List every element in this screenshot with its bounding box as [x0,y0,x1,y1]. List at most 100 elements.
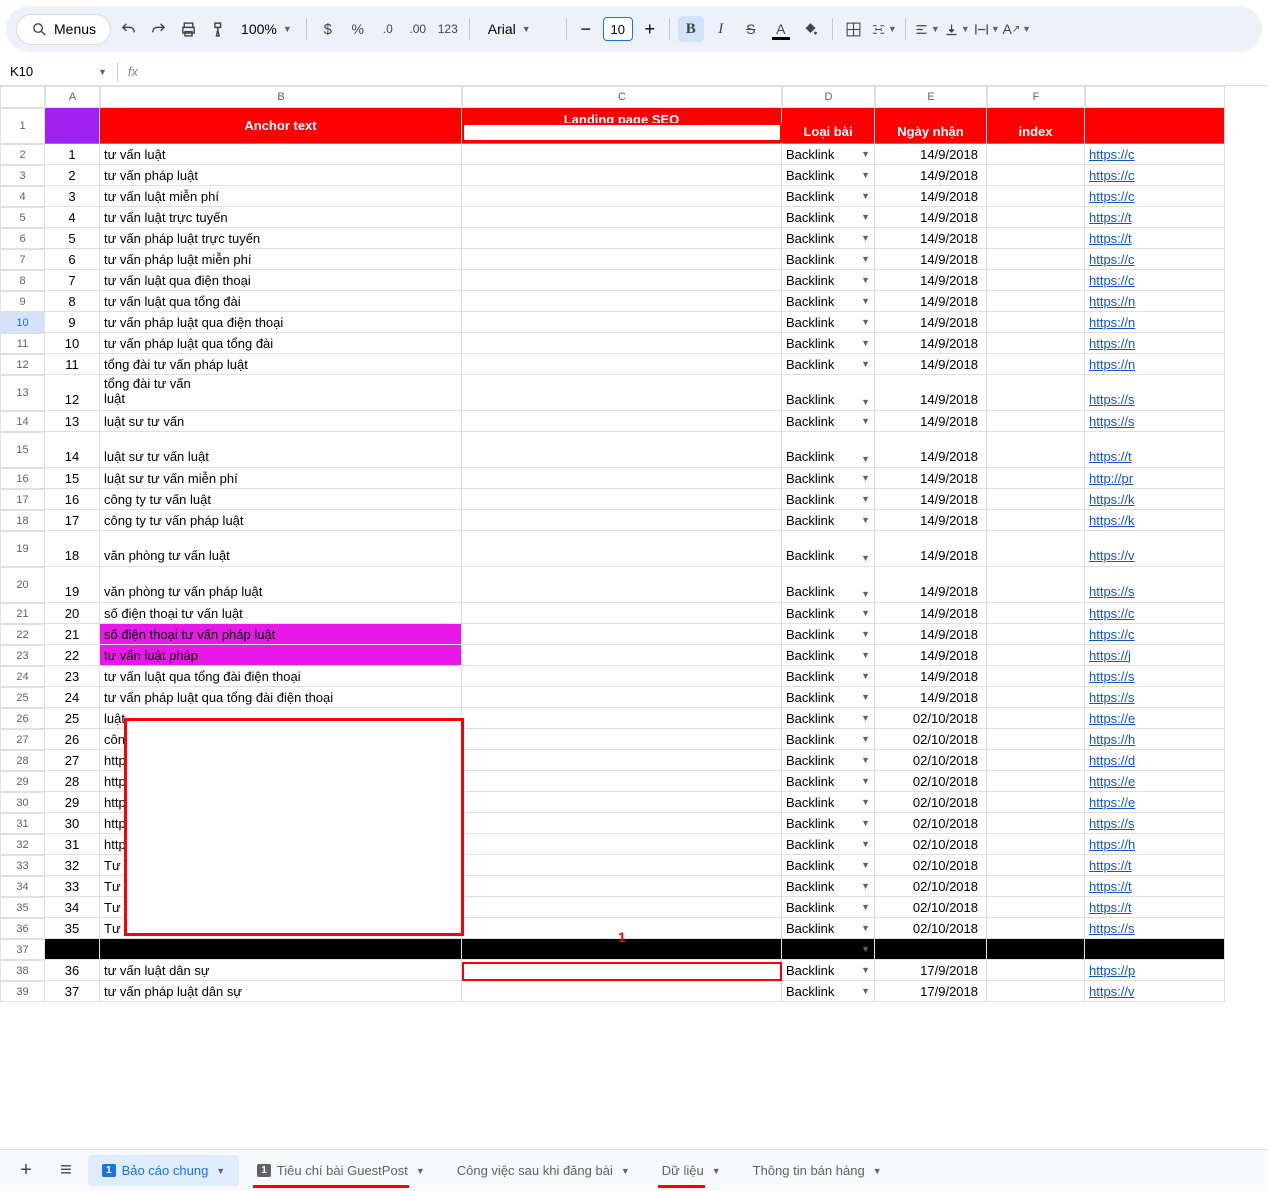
cell-link[interactable]: https://c [1085,624,1225,645]
spreadsheet-grid[interactable]: ABCDEF1Anchor textLanding page SEOLoại b… [0,86,1268,1046]
cell-link[interactable]: https://n [1085,291,1225,312]
row-header[interactable]: 14 [0,411,45,432]
header-cell[interactable]: Ngày nhận [875,108,987,144]
cell[interactable] [987,645,1085,666]
cell[interactable] [462,666,782,687]
cell[interactable] [462,567,782,603]
cell[interactable]: 18 [45,531,100,567]
cell[interactable] [462,270,782,291]
row-header[interactable]: 38 [0,960,45,981]
row-header[interactable]: 21 [0,603,45,624]
cell[interactable]: 02/10/2018 [875,834,987,855]
cell[interactable]: 4 [45,207,100,228]
cell[interactable] [462,249,782,270]
row-header[interactable]: 31 [0,813,45,834]
cell[interactable] [987,165,1085,186]
cell[interactable]: 02/10/2018 [875,729,987,750]
cell[interactable]: tư vấn pháp luật miễn phí [100,249,462,270]
cell[interactable]: 17/9/2018 [875,960,987,981]
row-header[interactable]: 5 [0,207,45,228]
cell[interactable]: tư vấn luật [100,144,462,165]
cell[interactable]: 14/9/2018 [875,186,987,207]
cell[interactable]: 24 [45,687,100,708]
cell[interactable]: 02/10/2018 [875,897,987,918]
cell[interactable] [462,510,782,531]
cell[interactable]: 23 [45,666,100,687]
cell-dropdown[interactable]: Backlink▼ [782,792,875,813]
cell[interactable]: 02/10/2018 [875,876,987,897]
cell[interactable]: tổng đài tư vấnluật [100,375,462,411]
row-header[interactable]: 2 [0,144,45,165]
cell[interactable] [462,645,782,666]
cell[interactable] [462,144,782,165]
cell[interactable]: tư vấn luật qua tổng đài [100,291,462,312]
cell[interactable] [462,876,782,897]
cell[interactable] [987,567,1085,603]
cell-link[interactable]: https://e [1085,771,1225,792]
cell-link[interactable]: https://d [1085,750,1225,771]
row-header[interactable]: 1 [0,108,45,144]
column-header[interactable]: C [462,86,782,108]
tab-thong-tin[interactable]: Thông tin bán hàng ▼ [739,1155,896,1186]
decrease-decimal-button[interactable]: .0 [375,16,401,42]
cell[interactable] [462,729,782,750]
cell[interactable]: 14/9/2018 [875,144,987,165]
row-header[interactable]: 35 [0,897,45,918]
cell[interactable]: 17 [45,510,100,531]
cell[interactable]: tư vấn pháp luật dân sự [100,981,462,1002]
merge-button[interactable]: ▼ [871,16,897,42]
cell[interactable] [987,771,1085,792]
cell[interactable] [462,411,782,432]
cell[interactable]: 02/10/2018 [875,708,987,729]
cell-dropdown[interactable]: Backlink▼ [782,708,875,729]
row-header[interactable]: 20 [0,567,45,603]
cell[interactable]: tư vấn pháp luật qua tổng đài [100,333,462,354]
cell-link[interactable]: https://c [1085,186,1225,207]
cell-dropdown[interactable]: Backlink▼ [782,567,875,603]
cell[interactable] [987,897,1085,918]
tab-tieu-chi[interactable]: 1 Tiêu chí bài GuestPost ▼ [243,1155,439,1186]
cell-link[interactable]: https://t [1085,855,1225,876]
undo-button[interactable] [115,16,141,42]
row-header[interactable]: 18 [0,510,45,531]
cell[interactable] [987,354,1085,375]
cell[interactable]: 5 [45,228,100,249]
cell[interactable]: 14/9/2018 [875,312,987,333]
zoom-select[interactable]: 100%▼ [235,17,298,41]
cell[interactable] [462,531,782,567]
cell-link[interactable] [1085,939,1225,960]
row-header[interactable]: 19 [0,531,45,567]
cell[interactable]: văn phòng tư vấn pháp luật [100,567,462,603]
cell[interactable]: 14/9/2018 [875,603,987,624]
cell[interactable] [987,666,1085,687]
font-size-input[interactable] [603,17,633,41]
row-header[interactable]: 29 [0,771,45,792]
cell[interactable] [462,792,782,813]
borders-button[interactable] [841,16,867,42]
cell[interactable] [462,375,782,411]
valign-button[interactable]: ▼ [944,16,970,42]
cell-dropdown[interactable]: Backlink▼ [782,186,875,207]
cell[interactable]: 21 [45,624,100,645]
percent-button[interactable]: % [345,16,371,42]
caret-icon[interactable]: ▼ [98,67,107,77]
cell[interactable]: 6 [45,249,100,270]
cell[interactable]: 3 [45,186,100,207]
row-header[interactable]: 39 [0,981,45,1002]
bold-button[interactable]: B [678,16,704,42]
cell[interactable]: 37 [45,981,100,1002]
add-sheet-button[interactable]: + [8,1153,44,1189]
row-header[interactable]: 23 [0,645,45,666]
cell[interactable]: tư vấn luật miễn phí [100,186,462,207]
cell-link[interactable]: https://t [1085,897,1225,918]
cell[interactable] [987,270,1085,291]
cell[interactable]: 34 [45,897,100,918]
cell-dropdown[interactable]: Backlink▼ [782,432,875,468]
cell[interactable] [987,624,1085,645]
cell[interactable]: 36 [45,960,100,981]
cell-link[interactable]: https://t [1085,432,1225,468]
cell-link[interactable]: https://c [1085,165,1225,186]
cell[interactable]: 14/9/2018 [875,432,987,468]
cell-link[interactable]: https://n [1085,354,1225,375]
cell[interactable]: công ty tư vấn luật [100,489,462,510]
